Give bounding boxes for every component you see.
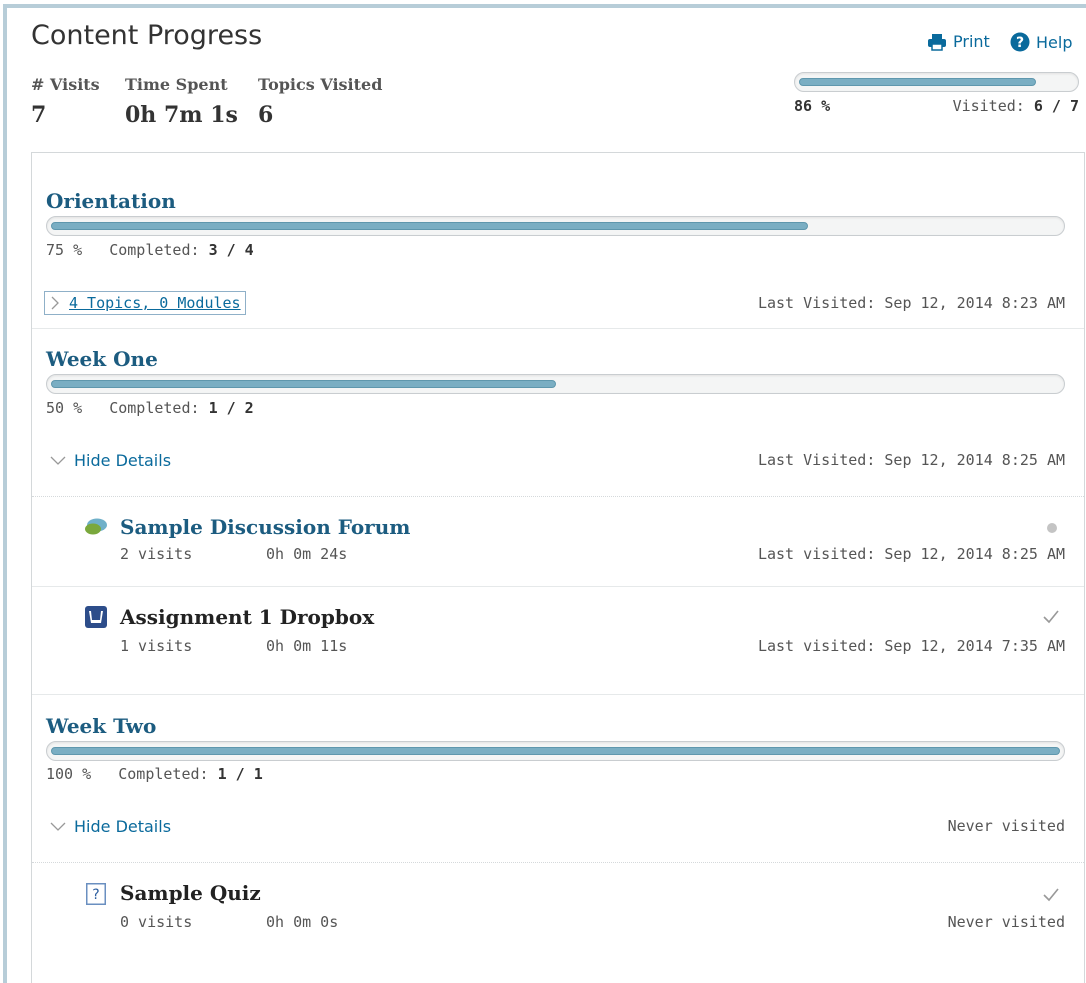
module-last-visited: Last Visited: Sep 12, 2014 8:23 AM [757,294,1065,312]
topics-visited-value: 6 [258,102,274,128]
topic-time: 0h 0m 24s [266,545,348,563]
module-progress-text: 100 % Completed: 1 / 1 [46,765,263,783]
module-progress-fill [51,747,1060,755]
module-progress-fill [51,222,808,230]
hide-details-button[interactable]: Hide Details [50,817,171,836]
chevron-down-icon [50,456,66,465]
topic-title[interactable]: Sample Quiz [120,881,261,905]
divider [32,496,1084,497]
topic-last-visited: Never visited [947,913,1065,931]
hide-details-label: Hide Details [74,451,172,470]
discussion-icon [85,518,107,535]
print-button[interactable]: Print [927,32,990,51]
topics-count-label: 4 Topics, 0 Modules [69,294,241,312]
quiz-icon: ? [86,883,106,905]
svg-text:?: ? [92,887,99,903]
module-progress-fill [51,380,556,388]
modules-panel: Orientation 75 % Completed: 3 / 4 4 Topi… [31,152,1085,983]
visited-count: Visited: 6 / 7 [952,97,1079,115]
module-title[interactable]: Week One [46,347,158,371]
hide-details-label: Hide Details [74,817,172,836]
topic-title[interactable]: Sample Discussion Forum [120,515,410,539]
printer-icon [928,33,946,51]
module-progress-bar [46,741,1065,761]
module-progress-text: 50 % Completed: 1 / 2 [46,399,254,417]
topic-last-visited: Last visited: Sep 12, 2014 8:25 AM [757,545,1065,563]
chevron-down-icon [50,822,66,831]
topic-last-visited: Last visited: Sep 12, 2014 7:35 AM [757,637,1065,655]
content-progress-window: Content Progress Print ? Help # Visits 7… [3,4,1086,983]
visits-label: # Visits [31,75,100,94]
print-label: Print [953,32,990,51]
overall-progress-fill [799,78,1036,86]
chevron-right-icon [51,296,59,310]
module-title[interactable]: Week Two [46,714,156,738]
topic-title[interactable]: Assignment 1 Dropbox [120,605,374,629]
checkmark-icon [1043,610,1059,624]
topic-time: 0h 0m 0s [266,913,339,931]
module-last-visited: Never visited [947,817,1065,835]
overall-progress-bar [794,72,1079,92]
time-spent-value: 0h 7m 1s [125,102,238,128]
visits-value: 7 [31,102,47,128]
module-last-visited: Last Visited: Sep 12, 2014 8:25 AM [757,451,1065,469]
help-button[interactable]: ? Help [1010,32,1072,52]
page-title: Content Progress [31,20,263,51]
module-title[interactable]: Orientation [46,189,176,213]
help-icon: ? [1010,32,1030,52]
help-label: Help [1036,32,1073,52]
divider [32,328,1084,329]
checkmark-icon [1043,888,1059,902]
hide-details-button[interactable]: Hide Details [50,451,171,470]
dropbox-icon [85,606,107,628]
module-progress-bar [46,216,1065,236]
in-progress-dot-icon [1047,523,1057,533]
time-spent-label: Time Spent [125,75,228,94]
divider [32,862,1084,863]
module-progress-text: 75 % Completed: 3 / 4 [46,241,254,259]
module-progress-bar [46,374,1065,394]
overall-percent: 86 % [794,97,831,115]
topic-visits: 0 visits [120,913,193,931]
topic-visits: 1 visits [120,637,193,655]
topic-time: 0h 0m 11s [266,637,348,655]
expand-topics-button[interactable]: 4 Topics, 0 Modules [44,291,246,315]
topic-visits: 2 visits [120,545,193,563]
divider [32,586,1084,587]
topics-visited-label: Topics Visited [258,75,383,94]
divider [32,694,1084,695]
svg-text:?: ? [1016,35,1024,51]
